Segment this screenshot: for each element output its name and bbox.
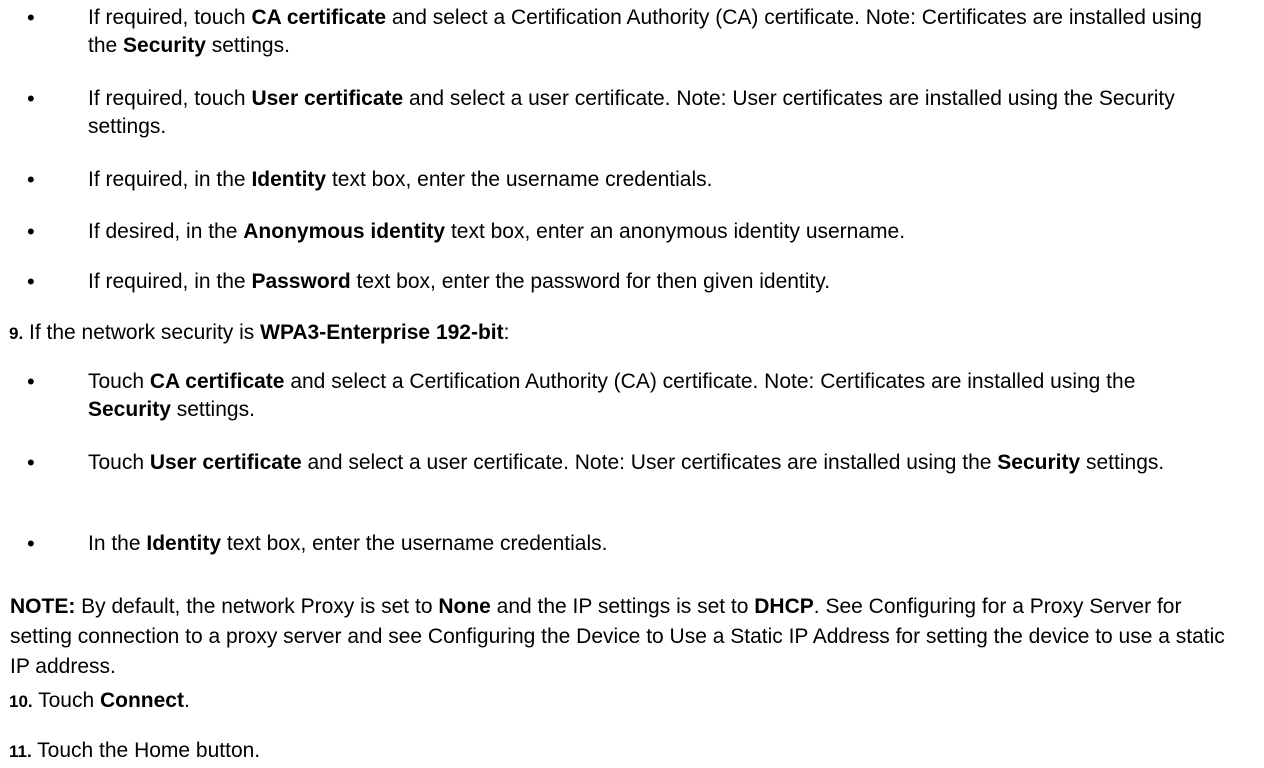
bullet-dot: • [27,450,35,475]
bold-run: Password [251,270,351,293]
bullet-text: If required, touch User certificate and … [88,87,1175,138]
text-run: . [183,689,190,712]
bullet-text: Touch User certificate and select a user… [88,451,1164,474]
bold-run: WPA3-Enterprise 192-bit [260,321,504,344]
text-run: Touch [88,451,150,474]
bold-run: Identity [251,168,327,191]
bold-run: User certificate [251,87,404,110]
text-run: If the network security is [29,321,261,344]
text-run: : [503,321,510,344]
text-run: text box, enter the username credentials… [221,532,608,555]
bullet-dot: • [27,269,35,294]
note-text: NOTE: By default, the network Proxy is s… [10,595,1225,678]
bold-run: DHCP [754,595,814,618]
text-run: settings. [205,34,290,57]
bullet-ca-certificate-required: • Touch CA certificate and select a Cert… [27,368,1218,424]
text-run: and the IP settings is set to [490,595,755,618]
note-paragraph: NOTE: By default, the network Proxy is s… [10,592,1240,682]
bold-run: Security [123,34,206,57]
step-text: If the network security is WPA3-Enterpri… [29,321,509,344]
step-number: 9. [9,324,24,343]
step-text: Touch the Home button. [37,739,260,762]
bold-run: NOTE: [10,595,76,618]
bold-run: CA certificate [251,6,387,29]
bullet-text: If required, in the Password text box, e… [88,270,830,293]
bold-run: Connect [99,689,184,712]
bullet-text: If desired, in the Anonymous identity te… [88,220,905,243]
document-page: • If required, touch CA certificate and … [0,0,1264,768]
bold-run: CA certificate [149,370,285,393]
bullet-text: If required, in the Identity text box, e… [88,168,713,191]
bullet-dot: • [27,167,35,192]
text-run: and select a Certification Authority (CA… [284,370,1136,393]
bold-run: Anonymous identity [243,220,446,243]
bullet-dot: • [27,86,35,111]
bullet-user-certificate-optional: • If required, touch User certificate an… [27,85,1218,141]
text-run: text box, enter an anonymous identity us… [445,220,906,243]
text-run: Touch [38,689,100,712]
text-run: settings. [170,398,255,421]
bold-run: Security [997,451,1081,474]
bullet-text: If required, touch CA certificate and se… [88,6,1202,57]
text-run: If required, touch [88,87,252,110]
bullet-password-optional: • If required, in the Password text box,… [27,268,1218,296]
text-run: By default, the network Proxy is set to [75,595,439,618]
text-run: In the [88,532,147,555]
bullet-dot: • [27,5,35,30]
bold-run: User certificate [149,451,302,474]
text-run: If required, touch [88,6,252,29]
bullet-identity-optional: • If required, in the Identity text box,… [27,166,1218,194]
bullet-dot: • [27,531,35,556]
step-10: 10. Touch Connect. [9,687,1239,716]
step-11: 11. Touch the Home button. [9,737,1239,766]
bold-run: Security [88,398,171,421]
bullet-anonymous-identity: • If desired, in the Anonymous identity … [27,218,1218,246]
text-run: Touch the Home button. [37,739,261,762]
text-run: and select a user certificate. Note: Use… [301,451,998,474]
bold-run: Identity [146,532,222,555]
bullet-ca-certificate-optional: • If required, touch CA certificate and … [27,4,1218,60]
text-run: text box, enter the username credentials… [326,168,713,191]
bullet-text: Touch CA certificate and select a Certif… [88,370,1135,421]
bold-run: None [438,595,491,618]
step-9: 9. If the network security is WPA3-Enter… [9,319,1239,348]
text-run: text box, enter the password for then gi… [350,270,831,293]
text-run: settings. [1080,451,1165,474]
bullet-dot: • [27,369,35,394]
text-run: If required, in the [88,270,252,293]
step-text: Touch Connect. [38,689,190,712]
text-run: Touch [88,370,150,393]
bullet-user-certificate-required: • Touch User certificate and select a us… [27,449,1218,477]
step-number: 11. [9,742,32,761]
bullet-dot: • [27,219,35,244]
text-run: If desired, in the [88,220,244,243]
bullet-text: In the Identity text box, enter the user… [88,532,607,555]
text-run: If required, in the [88,168,252,191]
step-number: 10. [9,692,33,711]
bullet-identity-required: • In the Identity text box, enter the us… [27,530,1218,558]
